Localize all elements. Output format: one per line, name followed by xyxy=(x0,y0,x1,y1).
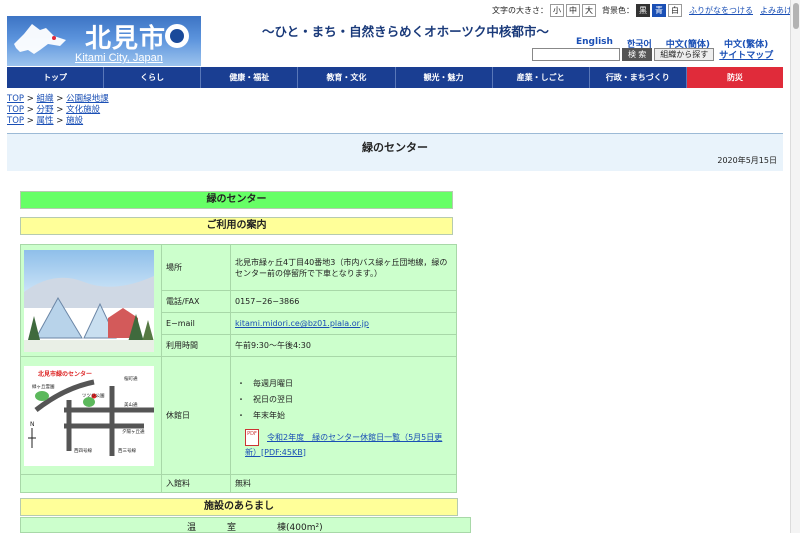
map-label: 美山通 xyxy=(124,401,138,408)
list-item: ・ 祝日の翌日 xyxy=(237,394,293,404)
outline-row: 温 室 棟(400m²) xyxy=(20,517,471,533)
hours-label: 利用時間 xyxy=(161,334,231,357)
closed-days-list: ・ 毎週月曜日 ・ 祝日の翌日 ・ 年末年始 xyxy=(235,378,452,421)
table-row: 場所 北見市緑ヶ丘4丁目40番地3（市内バス緑ヶ丘団地線，緑のセンター前の停留所… xyxy=(20,244,457,357)
breadcrumb-link[interactable]: TOP xyxy=(7,116,24,126)
accessibility-bar: 文字の大きさ： 小 中 大 背景色： 黒 青 白 ふりがなをつける よみあげる xyxy=(492,3,800,17)
tel-label: 電話/FAX xyxy=(161,290,231,313)
site-logo[interactable]: 北見市 Kitami City, Japan xyxy=(7,16,201,66)
page-title: 緑のセンター xyxy=(362,141,428,154)
pdf-icon: PDF xyxy=(245,428,259,446)
outline-cell: 室 xyxy=(227,523,237,533)
outline-cell: 棟(400m²) xyxy=(277,523,323,533)
closed-days-pdf-link[interactable]: 令和2年度 緑のセンター休館日一覧（5月5日更新）[PDF:45KB] xyxy=(245,433,442,457)
map-cell: 北見市緑のセンター 緑ヶ丘霊園 ツツジ公園 桜町通 美山通 夕陽ヶ丘通 西三号線… xyxy=(20,356,162,475)
email-link[interactable]: kitami.midori.ce@bz01.plala.or.jp xyxy=(235,319,369,328)
nav-health-welfare[interactable]: 健康・福祉 xyxy=(201,67,299,88)
bg-white-button[interactable]: 白 xyxy=(668,3,682,17)
nav-disaster[interactable]: 防災 xyxy=(686,67,783,88)
search-button[interactable]: 検 索 xyxy=(622,48,653,61)
address-label: 場所 xyxy=(161,244,231,291)
svg-text:N: N xyxy=(30,421,35,428)
access-map: 北見市緑のセンター 緑ヶ丘霊園 ツツジ公園 桜町通 美山通 夕陽ヶ丘通 西三号線… xyxy=(24,365,154,466)
email-value-cell: kitami.midori.ce@bz01.plala.or.jp xyxy=(230,312,457,335)
logo-city-english: Kitami City, Japan xyxy=(75,52,163,64)
table-row: 入館料 無料 xyxy=(20,474,457,493)
breadcrumb-link[interactable]: 施設 xyxy=(66,116,83,126)
closed-label: 休館日 xyxy=(161,356,231,475)
org-search-button[interactable]: 組織から探す xyxy=(654,48,715,61)
tel-value: 0157−26−3866 xyxy=(230,290,457,313)
breadcrumb-link[interactable]: 組織 xyxy=(37,94,54,104)
breadcrumb-link[interactable]: TOP xyxy=(7,94,24,104)
nav-living[interactable]: くらし xyxy=(104,67,202,88)
table-row: 北見市緑のセンター 緑ヶ丘霊園 ツツジ公園 桜町通 美山通 夕陽ヶ丘通 西三号線… xyxy=(20,356,457,475)
closed-value: ・ 毎週月曜日 ・ 祝日の翌日 ・ 年末年始 PDF 令和2年度 緑のセンター休館… xyxy=(230,356,457,475)
vertical-scrollbar[interactable] xyxy=(790,0,800,533)
map-title: 北見市緑のセンター xyxy=(38,370,92,378)
map-label: 緑ヶ丘霊園 xyxy=(32,383,55,390)
search-input[interactable] xyxy=(532,48,620,61)
breadcrumb-link[interactable]: 文化施設 xyxy=(66,105,100,115)
map-label: 西四号線 xyxy=(74,447,92,454)
breadcrumb-link[interactable]: 属性 xyxy=(37,116,54,126)
font-large-button[interactable]: 大 xyxy=(582,3,596,17)
map-label: 夕陽ヶ丘通 xyxy=(122,428,145,435)
nav-administration[interactable]: 行政・まちづくり xyxy=(590,67,687,88)
breadcrumb: TOP > 分野 > 文化施設 xyxy=(7,105,101,115)
outline-heading: 施設のあらまし xyxy=(20,498,458,516)
list-item: ・ 年末年始 xyxy=(237,410,285,420)
pdf-link-block: PDF 令和2年度 緑のセンター休館日一覧（5月5日更新）[PDF:45KB] xyxy=(235,428,452,459)
guide-heading: ご利用の案内 xyxy=(20,217,453,235)
nav-tourism[interactable]: 観光・魅力 xyxy=(396,67,493,88)
facility-photo xyxy=(24,249,154,352)
page-title-band: 緑のセンター 2020年5月15日 xyxy=(7,133,783,171)
facility-heading: 緑のセンター xyxy=(20,191,453,209)
breadcrumb: TOP > 組織 > 公園緑地課 xyxy=(7,94,109,104)
bg-blue-button[interactable]: 青 xyxy=(652,3,666,17)
scrollbar-thumb[interactable] xyxy=(793,3,799,29)
search-area: 検 索 組織から探す サイトマップ xyxy=(532,48,773,61)
breadcrumb-link[interactable]: 公園緑地課 xyxy=(66,94,109,104)
breadcrumbs: TOP > 組織 > 公園緑地課 TOP > 分野 > 文化施設 TOP > 属… xyxy=(7,94,109,127)
bg-black-button[interactable]: 黒 xyxy=(636,3,650,17)
font-small-button[interactable]: 小 xyxy=(550,3,564,17)
empty-cell xyxy=(20,474,162,493)
map-label: 桜町通 xyxy=(124,375,138,382)
hokkaido-map-icon xyxy=(14,24,66,54)
breadcrumb: TOP > 属性 > 施設 xyxy=(7,116,84,126)
map-label: 西三号線 xyxy=(118,447,136,454)
email-label: E−mail xyxy=(161,312,231,335)
fee-value: 無料 xyxy=(230,474,457,493)
nav-top[interactable]: トップ xyxy=(7,67,105,88)
list-item: ・ 毎週月曜日 xyxy=(237,378,293,388)
site-header: 北見市 Kitami City, Japan ～ひと・まち・自然きらめくオホーツ… xyxy=(0,0,800,66)
font-medium-button[interactable]: 中 xyxy=(566,3,580,17)
facility-info-table: 場所 北見市緑ヶ丘4丁目40番地3（市内バス緑ヶ丘団地線，緑のセンター前の停留所… xyxy=(20,244,457,493)
logo-city-name: 北見市 xyxy=(85,24,167,54)
nav-education-culture[interactable]: 教育・文化 xyxy=(298,67,396,88)
outline-cell: 温 xyxy=(187,523,197,533)
breadcrumb-link[interactable]: TOP xyxy=(7,105,24,115)
hours-value: 午前9:30〜午後4:30 xyxy=(230,334,457,357)
city-emblem-icon xyxy=(165,24,189,48)
address-value: 北見市緑ヶ丘4丁目40番地3（市内バス緑ヶ丘団地線，緑のセンター前の停留所で下車… xyxy=(230,244,457,291)
fee-label: 入館料 xyxy=(161,474,231,493)
font-size-label: 文字の大きさ： xyxy=(492,5,548,15)
bg-color-label: 背景色： xyxy=(602,5,634,15)
photo-cell xyxy=(20,244,162,357)
global-nav: トップ くらし 健康・福祉 教育・文化 観光・魅力 産業・しごと 行政・まちづく… xyxy=(7,67,783,88)
sitemap-link[interactable]: サイトマップ xyxy=(719,48,773,61)
breadcrumb-link[interactable]: 分野 xyxy=(37,105,54,115)
nav-industry-work[interactable]: 産業・しごと xyxy=(493,67,590,88)
map-label: ツツジ公園 xyxy=(82,393,105,399)
site-tagline: ～ひと・まち・自然きらめくオホーツク中核都市～ xyxy=(262,24,549,39)
page-date: 2020年5月15日 xyxy=(717,156,777,165)
furigana-link[interactable]: ふりがなをつける xyxy=(689,5,753,16)
